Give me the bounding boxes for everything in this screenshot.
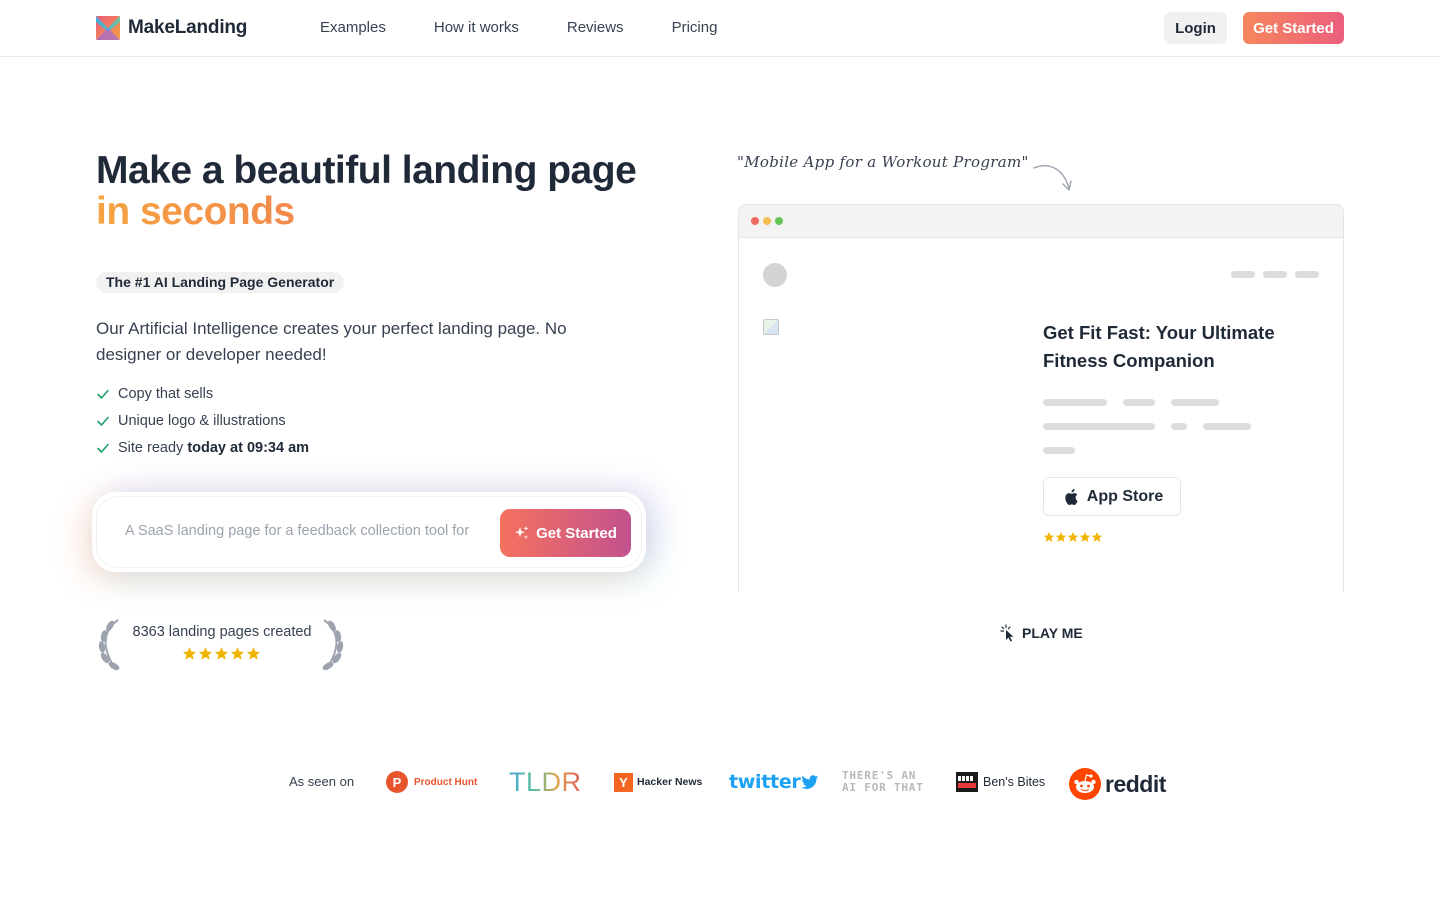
demo-headline: Get Fit Fast: Your Ultimate Fitness Comp…: [1043, 322, 1275, 371]
text-placeholder: [1123, 399, 1155, 406]
nav-examples[interactable]: Examples: [320, 19, 386, 36]
prompt-get-started-button[interactable]: Get Started: [500, 509, 631, 557]
main-nav: Examples How it works Reviews Pricing: [320, 19, 717, 36]
feature-text: Copy that sells: [118, 385, 214, 402]
product-hunt-text: Product Hunt: [414, 776, 478, 788]
twitter-bird-icon: [801, 774, 819, 789]
demo-prompt-quote: "Mobile App for a Workout Program": [737, 153, 1029, 171]
bens-bites-icon: [956, 772, 978, 792]
star-icon: [1079, 532, 1091, 542]
laurel-left-icon: [98, 619, 120, 671]
hero-title-line1: Make a beautiful landing page: [96, 149, 637, 192]
text-placeholder-row: [1043, 399, 1219, 406]
hero-description: Our Artificial Intelligence creates your…: [96, 319, 567, 364]
star-icon: [198, 647, 213, 660]
login-button[interactable]: Login: [1164, 12, 1227, 44]
text-placeholder: [1043, 447, 1075, 454]
top-navbar: MakeLanding Examples How it works Review…: [0, 0, 1440, 57]
feature-item: Copy that sells: [96, 380, 309, 407]
window-close-dot: [751, 217, 759, 225]
bens-bites-text: Ben's Bites: [983, 775, 1046, 789]
feature-list: Copy that sells Unique logo & illustrati…: [96, 380, 309, 461]
star-icon: [182, 647, 197, 660]
star-icon: [1055, 532, 1067, 542]
demo-logo-placeholder: [763, 263, 787, 287]
site-ready-time: today at 09:34 am: [187, 439, 310, 456]
browser-title-bar: [739, 205, 1343, 238]
prompt-box: Get Started: [96, 496, 642, 568]
makelanding-logo-icon: [96, 16, 120, 40]
menu-pill: [1295, 271, 1319, 278]
menu-pill: [1263, 271, 1287, 278]
feature-text: Unique logo & illustrations: [118, 412, 286, 429]
theres-an-ai-for-that-logo[interactable]: THERE'S AN AI FOR THAT: [842, 764, 924, 800]
prompt-button-label: Get Started: [536, 524, 617, 542]
star-icon: [1091, 532, 1103, 542]
text-placeholder: [1043, 399, 1107, 406]
apple-icon: [1065, 488, 1078, 505]
window-minimize-dot: [763, 217, 771, 225]
text-placeholder-row: [1043, 447, 1075, 454]
nav-pricing[interactable]: Pricing: [672, 19, 718, 36]
demo-menu-placeholder: [1231, 271, 1319, 278]
prompt-input[interactable]: [125, 523, 485, 539]
reddit-icon: [1069, 768, 1101, 800]
check-icon: [97, 416, 109, 426]
click-cursor-icon: [1000, 624, 1014, 642]
feature-text: Site ready today at 09:34 am: [118, 440, 309, 456]
curved-arrow-icon: [1033, 165, 1072, 191]
text-placeholder: [1171, 423, 1187, 430]
text-placeholder: [1043, 423, 1155, 430]
tldr-text: TLDR: [509, 766, 582, 797]
rating-stars: [182, 646, 261, 661]
header-get-started-button[interactable]: Get Started: [1243, 12, 1344, 44]
hero-badge: The #1 AI Landing Page Generator: [96, 272, 345, 293]
bens-bites-logo[interactable]: Ben's Bites: [956, 764, 1045, 800]
text-placeholder-row: [1043, 423, 1251, 430]
app-store-label: App Store: [1086, 487, 1164, 505]
twitter-logo[interactable]: twitter: [729, 764, 819, 800]
menu-pill: [1231, 271, 1255, 278]
check-icon: [97, 389, 109, 399]
feature-item: Site ready today at 09:34 am: [96, 434, 309, 461]
aift-line2: AI FOR THAT: [842, 781, 924, 794]
hacker-news-text: Hacker News: [637, 776, 703, 788]
broken-image-icon: [763, 319, 779, 335]
star-icon: [1043, 532, 1055, 542]
hero-title: Make a beautiful landing page in seconds: [96, 149, 637, 232]
twitter-text: twitter: [729, 771, 801, 793]
window-maximize-dot: [775, 217, 783, 225]
brand-name: MakeLanding: [128, 17, 248, 38]
aift-text: THERE'S AN AI FOR THAT: [842, 770, 924, 794]
star-icon: [214, 647, 229, 660]
text-placeholder: [1171, 399, 1219, 406]
star-icon: [246, 647, 261, 660]
nav-reviews[interactable]: Reviews: [567, 19, 624, 36]
landing-pages-count: 8363 landing pages created: [132, 624, 312, 640]
hacker-news-icon: Y: [614, 772, 633, 792]
brand-logo[interactable]: MakeLanding: [96, 16, 247, 40]
laurel-right-icon: [322, 619, 344, 671]
app-store-button[interactable]: App Store: [1043, 477, 1181, 516]
product-hunt-icon: P: [386, 771, 408, 793]
feature-text-prefix: Site ready: [118, 439, 188, 456]
star-icon: [230, 647, 245, 660]
as-seen-on-label: As seen on: [289, 774, 355, 789]
demo-rating-stars: [1043, 531, 1103, 543]
product-hunt-logo[interactable]: P Product Hunt: [386, 764, 477, 800]
text-placeholder: [1203, 423, 1251, 430]
feature-item: Unique logo & illustrations: [96, 407, 309, 434]
reddit-logo[interactable]: reddit: [1069, 766, 1166, 802]
tldr-logo[interactable]: TLDR: [509, 764, 582, 800]
star-icon: [1067, 532, 1079, 542]
sparkles-icon: [515, 526, 529, 539]
play-me-button[interactable]: PLAY ME: [1000, 624, 1083, 642]
demo-browser-window[interactable]: Get Fit Fast: Your Ultimate Fitness Comp…: [738, 204, 1344, 592]
hero-title-highlight: in seconds: [96, 191, 636, 232]
play-me-label: PLAY ME: [1022, 625, 1083, 641]
hacker-news-logo[interactable]: Y Hacker News: [614, 764, 702, 800]
reddit-text: reddit: [1105, 770, 1166, 797]
nav-how-it-works[interactable]: How it works: [434, 19, 519, 36]
check-icon: [97, 443, 109, 453]
